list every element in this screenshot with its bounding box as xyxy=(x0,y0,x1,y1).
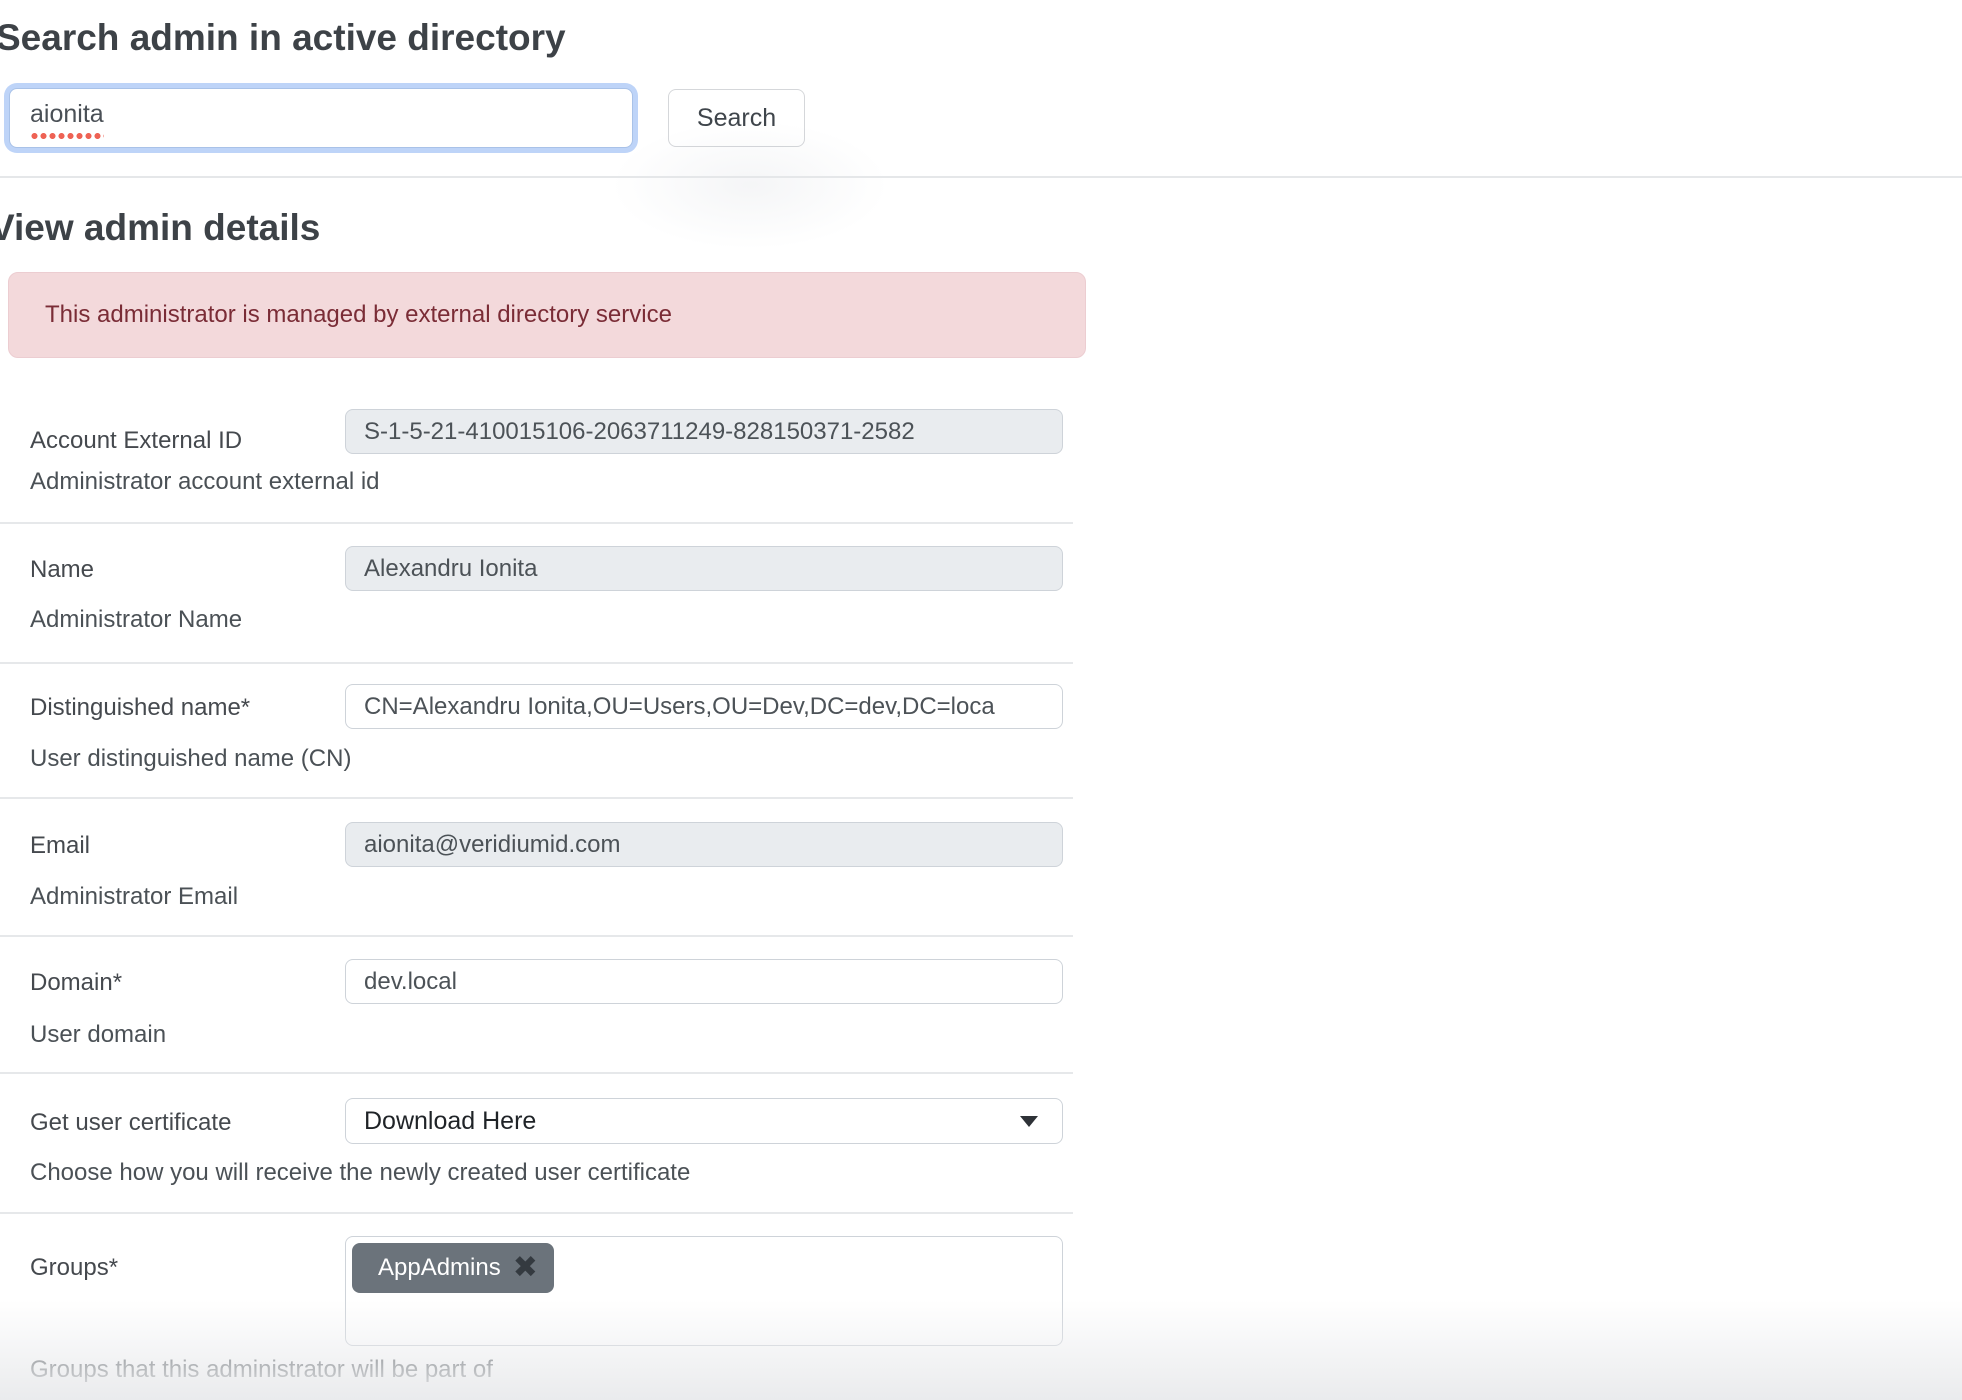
domain-label: Domain* xyxy=(30,969,122,997)
row-divider xyxy=(0,522,1073,524)
search-section-heading: Search admin in active directory xyxy=(0,16,566,60)
certificate-select[interactable]: Download Here xyxy=(345,1098,1063,1144)
distinguished-name-input[interactable] xyxy=(345,684,1063,729)
certificate-label: Get user certificate xyxy=(30,1109,231,1137)
domain-helper: User domain xyxy=(30,1021,166,1049)
name-helper: Administrator Name xyxy=(30,606,242,634)
distinguished-name-helper: User distinguished name (CN) xyxy=(30,745,351,773)
name-input xyxy=(345,546,1063,591)
groups-helper: Groups that this administrator will be p… xyxy=(30,1356,493,1384)
remove-group-icon[interactable]: ✖ xyxy=(513,1253,538,1283)
email-input xyxy=(345,822,1063,867)
group-tag-label: AppAdmins xyxy=(378,1254,501,1282)
group-tag: AppAdmins ✖ xyxy=(352,1243,554,1293)
distinguished-name-label: Distinguished name* xyxy=(30,694,250,722)
account-external-id-helper: Administrator account external id xyxy=(30,468,380,496)
row-divider xyxy=(0,797,1073,799)
row-divider xyxy=(0,935,1073,937)
account-external-id-label: Account External ID xyxy=(30,427,242,455)
groups-input[interactable]: AppAdmins ✖ xyxy=(345,1236,1063,1346)
row-divider xyxy=(0,662,1073,664)
chevron-down-icon xyxy=(1020,1116,1038,1127)
email-helper: Administrator Email xyxy=(30,883,238,911)
search-input[interactable]: aionita xyxy=(9,88,633,148)
domain-input[interactable] xyxy=(345,959,1063,1004)
search-input-value: aionita xyxy=(30,97,104,140)
account-external-id-input xyxy=(345,409,1063,454)
groups-label: Groups* xyxy=(30,1254,118,1282)
top-section-divider xyxy=(0,176,1962,178)
row-divider xyxy=(0,1212,1073,1214)
name-label: Name xyxy=(30,556,94,584)
row-divider xyxy=(0,1072,1073,1074)
details-section-heading: View admin details xyxy=(0,206,320,250)
search-button[interactable]: Search xyxy=(668,89,805,147)
certificate-select-value: Download Here xyxy=(364,1107,1020,1136)
email-label: Email xyxy=(30,832,90,860)
certificate-helper: Choose how you will receive the newly cr… xyxy=(30,1159,690,1187)
external-directory-alert: This administrator is managed by externa… xyxy=(8,272,1086,358)
